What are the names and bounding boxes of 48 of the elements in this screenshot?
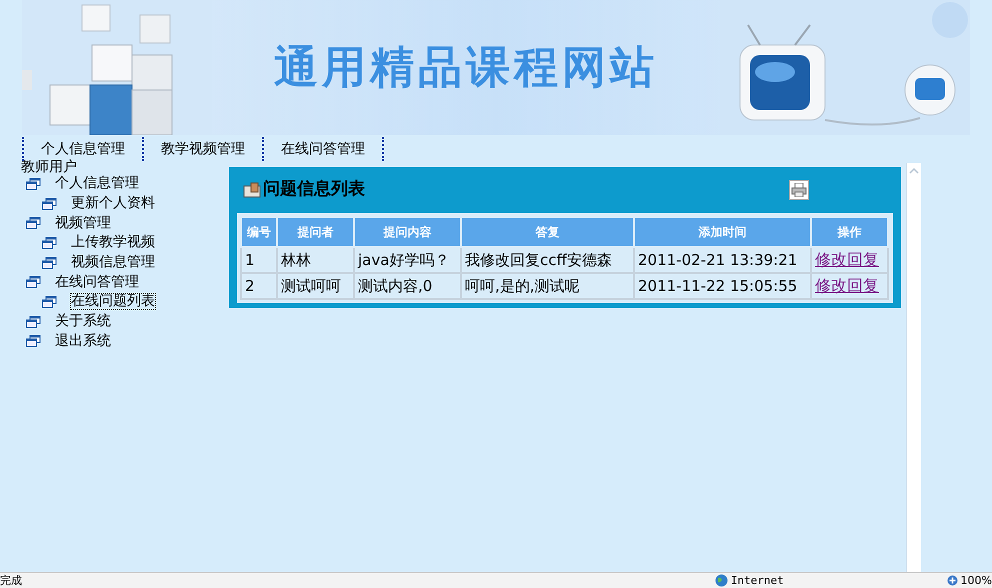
- nav-tab[interactable]: 教学视频管理: [142, 137, 262, 161]
- table-cell: java好学吗？: [354, 247, 461, 273]
- table-cell: 2: [241, 273, 277, 299]
- window-icon: [42, 296, 57, 308]
- zoom-level[interactable]: 100%: [960, 575, 992, 586]
- column-header: 提问内容: [354, 217, 461, 247]
- window-icon: [26, 276, 41, 288]
- folder-icon: [243, 182, 261, 198]
- table-cell: 测试呵呵: [277, 273, 354, 299]
- table-cell: 测试内容,0: [354, 273, 461, 299]
- window-icon: [42, 198, 57, 210]
- window-icon: [26, 316, 41, 328]
- nav-tab[interactable]: 在线问答管理: [262, 137, 382, 161]
- column-header: 提问者: [277, 217, 354, 247]
- sidebar-item[interactable]: 在线问答管理: [55, 274, 139, 290]
- printer-icon: [791, 183, 807, 197]
- sidebar-item[interactable]: 视频信息管理: [71, 255, 155, 270]
- sidebar-heading: 教师用户: [21, 160, 78, 174]
- site-title: 通用精品课程网站: [274, 40, 658, 94]
- table-cell: 2011-11-22 15:05:55: [634, 273, 811, 299]
- table-cell: 1: [241, 247, 277, 273]
- print-button[interactable]: [789, 180, 809, 200]
- sidebar-item[interactable]: 退出系统: [55, 334, 111, 349]
- sidebar-item[interactable]: 视频管理: [55, 216, 111, 231]
- sidebar-item[interactable]: 上传教学视频: [71, 235, 155, 250]
- window-icon: [26, 178, 41, 190]
- status-text: 完成: [0, 575, 23, 586]
- window-icon: [42, 256, 57, 269]
- globe-icon: [714, 574, 728, 587]
- zone-text: Internet: [730, 575, 784, 586]
- table-cell: 我修改回复ccff安德森: [461, 247, 634, 273]
- table-cell: 呵呵,是的,测试呢: [461, 273, 634, 299]
- scrollbar[interactable]: [906, 163, 921, 572]
- window-icon: [26, 217, 41, 230]
- sidebar-item[interactable]: 关于系统: [55, 314, 111, 330]
- panel-title: 问题信息列表: [263, 178, 365, 202]
- column-header: 添加时间: [634, 217, 811, 247]
- sidebar-item[interactable]: 更新个人资料: [71, 196, 155, 212]
- column-header: 编号: [241, 217, 277, 247]
- column-header: 答复: [461, 217, 634, 247]
- table-cell: 2011-02-21 13:39:21: [634, 247, 811, 273]
- column-header: 操作: [811, 217, 888, 247]
- nav-tab[interactable]: 个人信息管理: [22, 137, 142, 161]
- sidebar-item[interactable]: 个人信息管理: [55, 176, 139, 192]
- window-icon: [42, 236, 57, 249]
- sidebar-item[interactable]: 在线问题列表: [71, 294, 155, 310]
- window-icon: [26, 335, 41, 348]
- table-cell: 林林: [277, 247, 354, 273]
